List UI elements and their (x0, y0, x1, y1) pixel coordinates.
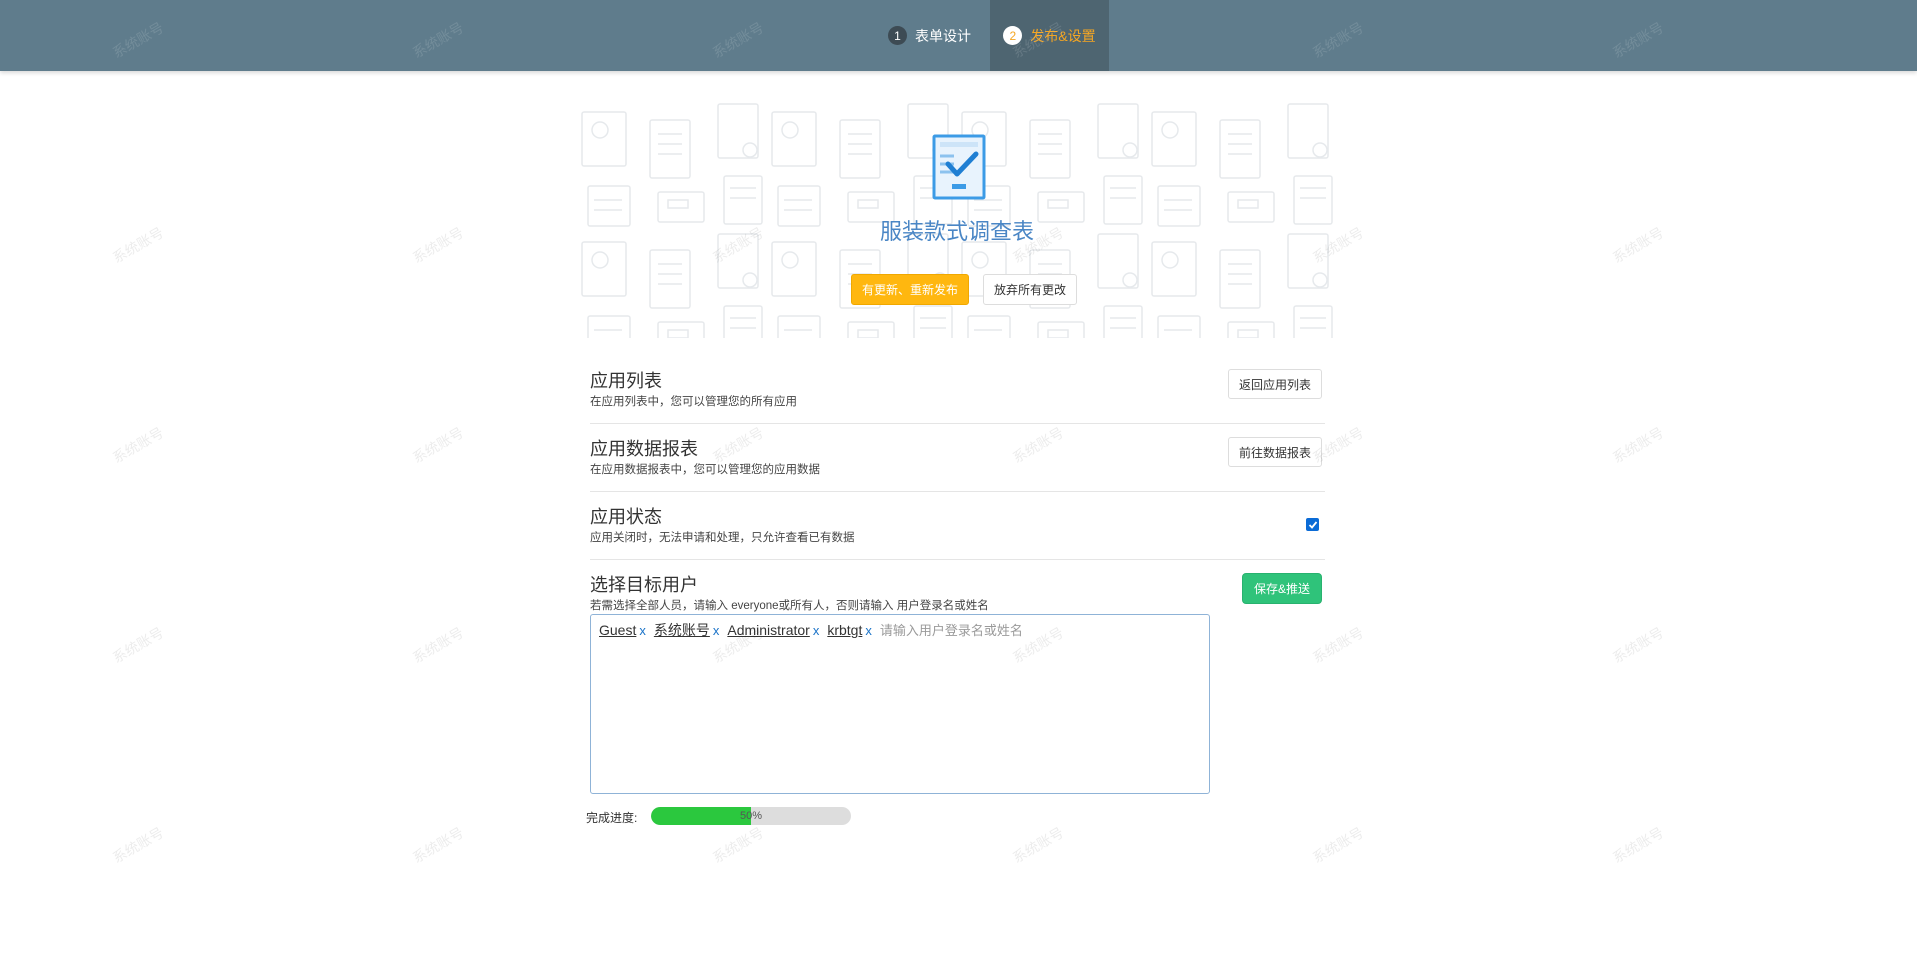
watermark-text: 系统账号 (409, 624, 467, 666)
section-description: 在应用列表中，您可以管理您的所有应用 (590, 396, 797, 408)
section-description: 在应用数据报表中，您可以管理您的应用数据 (590, 464, 820, 476)
watermark-text: 系统账号 (1609, 224, 1667, 266)
app-status-checkbox[interactable] (1306, 518, 1319, 531)
progress-bar: 50% (651, 807, 851, 825)
watermark-text: 系统账号 (409, 424, 467, 466)
form-checklist-icon (932, 134, 986, 200)
user-tag-name: 系统账号 (653, 622, 710, 638)
watermark-text: 系统账号 (1609, 624, 1667, 666)
remove-user-icon[interactable]: x (713, 623, 720, 638)
remove-user-icon[interactable]: x (865, 623, 872, 638)
watermark-text: 系统账号 (109, 824, 167, 866)
app-list-section: 应用列表 在应用列表中，您可以管理您的所有应用 (590, 370, 1325, 409)
watermark-text: 系统账号 (109, 424, 167, 466)
discard-changes-button[interactable]: 放弃所有更改 (983, 274, 1077, 305)
divider (590, 423, 1325, 424)
user-tag: Guest x (599, 622, 646, 638)
watermark-text: 系统账号 (109, 624, 167, 666)
step-form-design-tab[interactable]: 1 表单设计 (888, 0, 971, 71)
user-tag: 系统账号 x (654, 620, 720, 640)
user-tag: krbtgt x (827, 622, 872, 638)
section-title: 应用状态 (590, 507, 662, 527)
back-to-app-list-button[interactable]: 返回应用列表 (1228, 369, 1322, 399)
watermark-text: 系统账号 (1309, 824, 1367, 866)
watermark-text: 系统账号 (1609, 424, 1667, 466)
watermark-text: 系统账号 (1309, 624, 1367, 666)
progress-label: 完成进度: (586, 811, 638, 825)
divider (590, 559, 1325, 560)
target-users-section: 选择目标用户 若需选择全部人员，请输入 everyone或所有人，否则请输入 用… (590, 574, 1325, 613)
step-number-badge: 1 (888, 26, 907, 45)
watermark-text: 系统账号 (109, 224, 167, 266)
user-tag-list: Guest x 系统账号 x Administrator x krbtgt x (599, 620, 1201, 640)
user-tag-name: Administrator (727, 622, 810, 638)
checkmark-icon (1308, 520, 1317, 529)
go-to-report-button[interactable]: 前往数据报表 (1228, 437, 1322, 467)
app-report-section: 应用数据报表 在应用数据报表中，您可以管理您的应用数据 (590, 438, 1325, 477)
app-status-section: 应用状态 应用关闭时，无法申请和处理，只允许查看已有数据 (590, 506, 1325, 545)
remove-user-icon[interactable]: x (813, 623, 820, 638)
target-users-field[interactable]: Guest x 系统账号 x Administrator x krbtgt x (590, 614, 1210, 794)
user-tag-name: krbtgt (827, 622, 863, 638)
section-description: 若需选择全部人员，请输入 everyone或所有人，否则请输入 用户登录名或姓名 (590, 600, 989, 612)
user-tag-name: Guest (599, 622, 637, 638)
step-label: 表单设计 (915, 27, 971, 44)
watermark-text: 系统账号 (709, 824, 767, 866)
watermark-text: 系统账号 (1009, 824, 1067, 866)
user-tag: Administrator x (727, 622, 819, 638)
watermark-text: 系统账号 (1609, 824, 1667, 866)
step-label: 发布&设置 (1030, 27, 1096, 44)
section-title: 选择目标用户 (590, 575, 698, 595)
section-title: 应用列表 (590, 371, 662, 391)
divider (590, 491, 1325, 492)
save-and-push-button[interactable]: 保存&推送 (1242, 573, 1322, 604)
section-title: 应用数据报表 (590, 439, 698, 459)
progress-value: 50% (739, 810, 763, 822)
top-nav-bar: 1 表单设计 2 发布&设置 (0, 0, 1917, 71)
user-search-input[interactable] (879, 622, 1080, 638)
step-publish-settings-tab[interactable]: 2 发布&设置 (990, 0, 1109, 71)
form-title: 服装款式调查表 (879, 219, 1034, 244)
watermark-text: 系统账号 (409, 224, 467, 266)
section-description: 应用关闭时，无法申请和处理，只允许查看已有数据 (590, 532, 855, 544)
step-number-badge: 2 (1003, 26, 1023, 45)
republish-button[interactable]: 有更新、重新发布 (851, 274, 969, 305)
watermark-text: 系统账号 (409, 824, 467, 866)
remove-user-icon[interactable]: x (639, 623, 646, 638)
